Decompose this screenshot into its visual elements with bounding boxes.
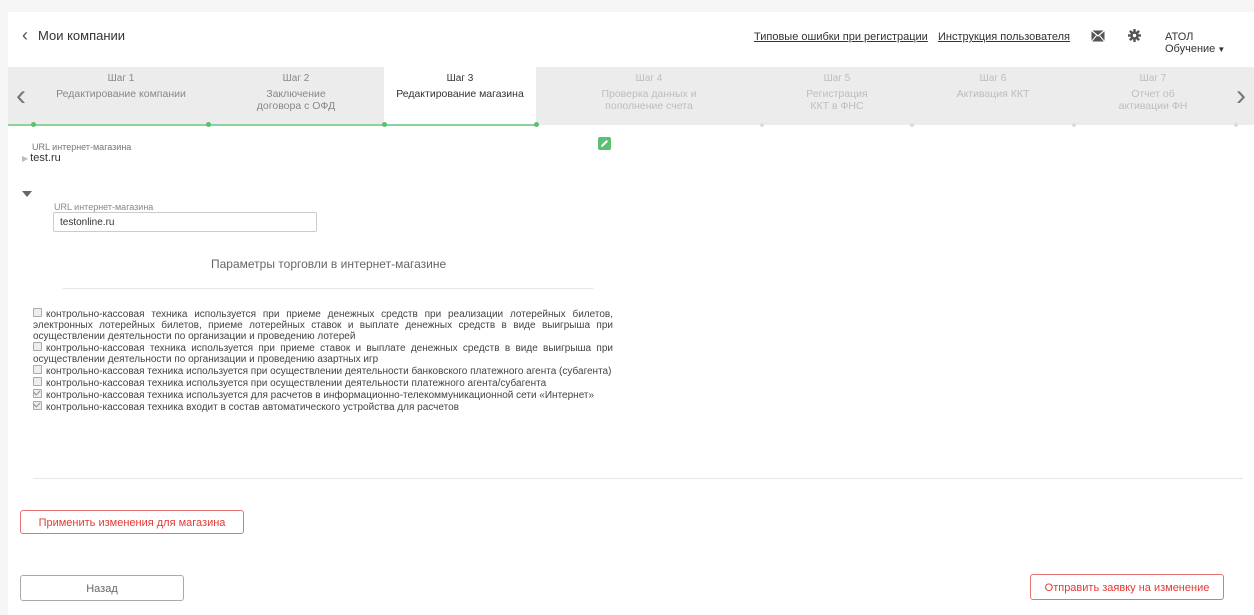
- step-dot: [31, 122, 36, 127]
- step-4-desc: Проверка данных и пополнение счета: [601, 88, 697, 112]
- step-4-title: Шаг 4: [635, 73, 663, 84]
- step-6-desc: Активация ККТ: [956, 88, 1030, 100]
- checkbox-checked[interactable]: [33, 389, 42, 398]
- step-dot: [206, 122, 211, 127]
- step-dot: [534, 122, 539, 127]
- step-1[interactable]: Шаг 1 Редактирование компании: [34, 67, 208, 125]
- step-dot: [910, 123, 914, 127]
- step-dot: [382, 122, 387, 127]
- caret-down-icon: ▼: [1217, 45, 1226, 54]
- expand-triangle-icon: ▶: [22, 154, 29, 163]
- apply-store-changes-button[interactable]: Применить изменения для магазина: [20, 510, 244, 534]
- option-label: контрольно-кассовая техника используется…: [46, 366, 612, 377]
- section-title: Параметры торговли в интернет-магазине: [211, 257, 447, 271]
- step-6-title: Шаг 6: [979, 73, 1007, 84]
- back-label: Мои компании: [38, 27, 126, 43]
- user-name: АТОЛ Обучение: [1165, 31, 1216, 55]
- option-label: контрольно-кассовая техника используется…: [33, 343, 613, 365]
- link-user-manual[interactable]: Инструкция пользователя: [938, 31, 1070, 43]
- step-1-desc: Редактирование компании: [56, 88, 186, 100]
- trading-options-list: контрольно-кассовая техника используется…: [33, 308, 613, 413]
- step-3-title: Шаг 3: [446, 73, 474, 84]
- mail-icon[interactable]: [1091, 30, 1105, 42]
- step-1-title: Шаг 1: [107, 73, 135, 84]
- option-label: контрольно-кассовая техника входит в сос…: [46, 402, 459, 413]
- checkbox[interactable]: [33, 342, 42, 351]
- step-dot: [1234, 123, 1238, 127]
- option-label: контрольно-кассовая техника используется…: [46, 390, 595, 401]
- send-change-request-button[interactable]: Отправить заявку на изменение: [1030, 574, 1224, 600]
- store-url-input[interactable]: [53, 212, 317, 232]
- step-5-desc: Регистрация ККТ в ФНС: [806, 88, 868, 112]
- checkbox-checked[interactable]: [33, 401, 42, 410]
- collapse-triangle-icon[interactable]: [22, 191, 32, 197]
- step-6[interactable]: Шаг 6 Активация ККТ: [912, 67, 1074, 125]
- steps-prev-arrow-icon[interactable]: ‹: [8, 67, 34, 125]
- step-3[interactable]: Шаг 3 Редактирование магазина: [384, 67, 536, 125]
- step-7[interactable]: Шаг 7 Отчет об активации ФН: [1074, 67, 1232, 125]
- step-2[interactable]: Шаг 2 Заключение договора с ОФД: [208, 67, 384, 125]
- step-dot: [760, 123, 764, 127]
- gear-icon[interactable]: [1128, 29, 1141, 42]
- option-bank-agent[interactable]: контрольно-кассовая техника используется…: [33, 365, 613, 377]
- user-menu[interactable]: АТОЛ Обучение ▼: [1165, 31, 1254, 55]
- back-to-companies-link[interactable]: ‹ Мои компании: [22, 26, 125, 44]
- form-divider: [33, 478, 1243, 479]
- option-gambling[interactable]: контрольно-кассовая техника используется…: [33, 342, 613, 365]
- step-2-title: Шаг 2: [282, 73, 310, 84]
- option-payment-agent[interactable]: контрольно-кассовая техника используется…: [33, 377, 613, 389]
- chevron-left-icon: ‹: [22, 25, 28, 45]
- store-url-value: test.ru: [30, 152, 61, 164]
- step-7-desc: Отчет об активации ФН: [1118, 88, 1188, 112]
- checkbox[interactable]: [33, 365, 42, 374]
- option-internet[interactable]: контрольно-кассовая техника используется…: [33, 389, 613, 401]
- steps-progress-line: [8, 124, 536, 126]
- section-divider: [63, 288, 593, 289]
- url-field-label: URL интернет-магазина: [54, 202, 154, 212]
- step-2-desc: Заключение договора с ОФД: [256, 88, 336, 112]
- step-5[interactable]: Шаг 5 Регистрация ККТ в ФНС: [762, 67, 912, 125]
- steps-bar: ‹ Шаг 1 Редактирование компании Шаг 2 За…: [8, 67, 1254, 127]
- step-5-title: Шаг 5: [823, 73, 851, 84]
- steps-next-arrow-icon[interactable]: ›: [1228, 67, 1254, 125]
- step-dot: [1072, 123, 1076, 127]
- page: ‹ Мои компании Типовые ошибки при регист…: [8, 12, 1254, 615]
- store-url-row[interactable]: ▶ test.ru: [22, 152, 61, 164]
- step-3-desc: Редактирование магазина: [396, 88, 524, 100]
- store-url-label: URL интернет-магазина: [32, 142, 132, 152]
- checkbox[interactable]: [33, 377, 42, 386]
- link-typical-errors[interactable]: Типовые ошибки при регистрации: [754, 31, 928, 43]
- edit-pencil-icon[interactable]: [598, 137, 611, 150]
- option-lottery[interactable]: контрольно-кассовая техника используется…: [33, 308, 613, 342]
- option-automatic-device[interactable]: контрольно-кассовая техника входит в сос…: [33, 401, 613, 413]
- checkbox[interactable]: [33, 308, 42, 317]
- back-button[interactable]: Назад: [20, 575, 184, 601]
- option-label: контрольно-кассовая техника используется…: [46, 378, 547, 389]
- option-label: контрольно-кассовая техника используется…: [33, 309, 613, 342]
- step-7-title: Шаг 7: [1139, 73, 1167, 84]
- step-4[interactable]: Шаг 4 Проверка данных и пополнение счета: [536, 67, 762, 125]
